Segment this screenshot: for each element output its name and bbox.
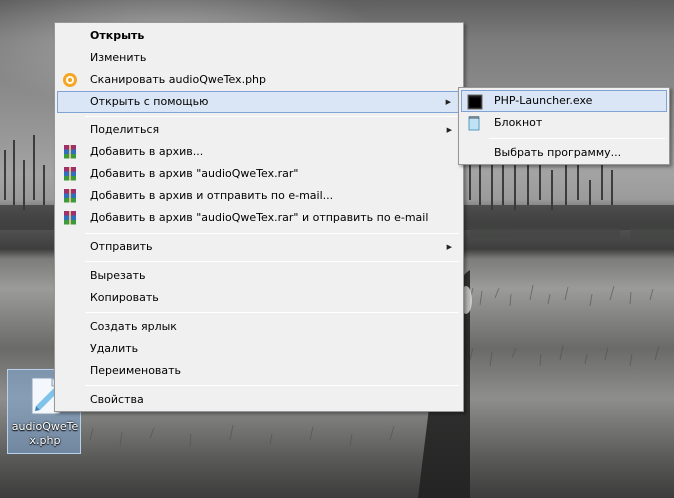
menu-item-label: Отправить	[90, 240, 153, 253]
antivirus-scan-icon	[63, 73, 77, 87]
menu-item-label: Копировать	[90, 291, 159, 304]
menu-item-cut[interactable]: Вырезать	[57, 265, 461, 287]
submenu-arrow-icon: ▶	[446, 126, 452, 134]
submenu-arrow-icon: ▶	[446, 243, 452, 251]
submenu-arrow-icon: ▶	[445, 98, 451, 106]
menu-item-label: Создать ярлык	[90, 320, 177, 333]
menu-item-share[interactable]: Поделиться ▶	[57, 119, 461, 141]
menu-item-label: Добавить в архив "audioQweTex.rar" и отп…	[90, 211, 429, 224]
menu-item-copy[interactable]: Копировать	[57, 287, 461, 309]
desktop-file-label: audioQweTex.php	[11, 420, 79, 447]
menu-item-open-with[interactable]: Открыть с помощью ▶	[57, 91, 461, 113]
menu-item-delete[interactable]: Удалить	[57, 338, 461, 360]
menu-separator	[85, 116, 459, 117]
menu-separator	[85, 261, 459, 262]
notepad-icon	[468, 116, 480, 131]
menu-item-send-to[interactable]: Отправить ▶	[57, 236, 461, 258]
menu-item-rar-and-email[interactable]: Добавить в архив "audioQweTex.rar" и отп…	[57, 207, 461, 229]
menu-item-label: Удалить	[90, 342, 139, 355]
menu-item-label: Открыть с помощью	[90, 95, 209, 108]
winrar-icon	[64, 145, 76, 159]
menu-item-archive-and-email[interactable]: Добавить в архив и отправить по e-mail..…	[57, 185, 461, 207]
winrar-icon	[64, 211, 76, 225]
menu-item-label: Свойства	[90, 393, 144, 406]
console-app-icon	[467, 94, 483, 110]
menu-separator	[85, 233, 459, 234]
menu-item-label: Добавить в архив...	[90, 145, 204, 158]
menu-item-edit[interactable]: Изменить	[57, 47, 461, 69]
winrar-icon	[64, 189, 76, 203]
menu-item-label: Изменить	[90, 51, 147, 64]
menu-item-scan[interactable]: Сканировать audioQweTex.php	[57, 69, 461, 91]
open-with-submenu: PHP-Launcher.exe Блокнот Выбрать програм…	[458, 87, 670, 165]
menu-separator	[85, 312, 459, 313]
menu-item-rename[interactable]: Переименовать	[57, 360, 461, 382]
submenu-item-php-launcher[interactable]: PHP-Launcher.exe	[461, 90, 667, 112]
submenu-item-label: Блокнот	[494, 116, 543, 129]
winrar-icon	[64, 167, 76, 181]
menu-item-label: Поделиться	[90, 123, 160, 136]
menu-separator	[85, 385, 459, 386]
menu-item-create-shortcut[interactable]: Создать ярлык	[57, 316, 461, 338]
menu-item-label: Добавить в архив "audioQweTex.rar"	[90, 167, 299, 180]
menu-item-open[interactable]: Открыть	[57, 25, 461, 47]
menu-separator	[489, 138, 665, 139]
submenu-item-choose-program[interactable]: Выбрать программу...	[461, 142, 667, 164]
menu-item-add-to-rar[interactable]: Добавить в архив "audioQweTex.rar"	[57, 163, 461, 185]
menu-item-add-to-archive[interactable]: Добавить в архив...	[57, 141, 461, 163]
menu-item-properties[interactable]: Свойства	[57, 389, 461, 411]
menu-item-label: Переименовать	[90, 364, 182, 377]
menu-item-label: Открыть	[90, 29, 145, 42]
context-menu: Открыть Изменить Сканировать audioQweTex…	[54, 22, 464, 412]
menu-item-label: Сканировать audioQweTex.php	[90, 73, 266, 86]
submenu-item-label: Выбрать программу...	[494, 146, 622, 159]
menu-item-label: Добавить в архив и отправить по e-mail..…	[90, 189, 334, 202]
submenu-item-label: PHP-Launcher.exe	[494, 94, 593, 107]
menu-item-label: Вырезать	[90, 269, 146, 282]
submenu-item-notepad[interactable]: Блокнот	[461, 112, 667, 134]
